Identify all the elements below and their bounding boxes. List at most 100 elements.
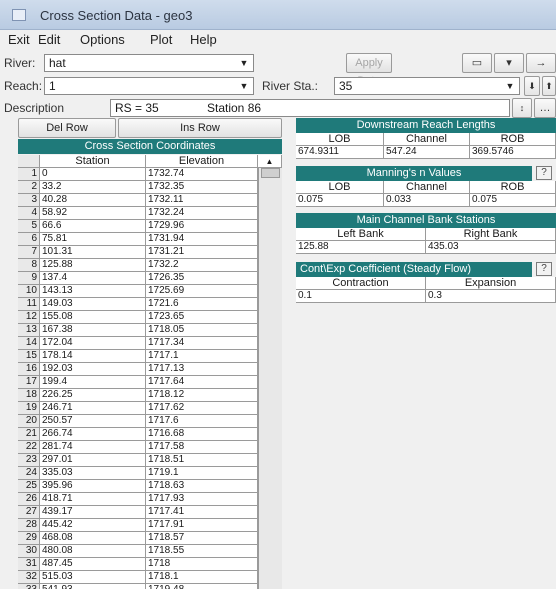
- station-cell[interactable]: 149.03: [40, 298, 146, 311]
- station-cell[interactable]: 281.74: [40, 441, 146, 454]
- station-cell[interactable]: 66.6: [40, 220, 146, 233]
- row-number[interactable]: 23: [18, 454, 40, 467]
- row-number[interactable]: 12: [18, 311, 40, 324]
- apply-data-button[interactable]: Apply Data: [346, 53, 392, 87]
- menu-edit[interactable]: Edit: [38, 32, 60, 47]
- elevation-cell[interactable]: 1732.24: [146, 207, 258, 220]
- row-number[interactable]: 24: [18, 467, 40, 480]
- scroll-up-button[interactable]: ▲: [258, 155, 282, 168]
- add-toolbar-button[interactable]: →: [526, 53, 556, 73]
- elevation-cell[interactable]: 1732.11: [146, 194, 258, 207]
- row-number[interactable]: 5: [18, 220, 40, 233]
- grid-scrollbar[interactable]: [258, 168, 282, 589]
- plot-toolbar-button[interactable]: ▭: [462, 53, 492, 73]
- elevation-cell[interactable]: 1731.21: [146, 246, 258, 259]
- elevation-cell[interactable]: 1732.2: [146, 259, 258, 272]
- row-number[interactable]: 20: [18, 415, 40, 428]
- reach-select[interactable]: 1 ▼: [44, 77, 254, 95]
- elevation-cell[interactable]: 1717.58: [146, 441, 258, 454]
- row-number[interactable]: 22: [18, 441, 40, 454]
- elevation-cell[interactable]: 1718.63: [146, 480, 258, 493]
- station-cell[interactable]: 75.81: [40, 233, 146, 246]
- station-cell[interactable]: 266.74: [40, 428, 146, 441]
- elevation-cell[interactable]: 1718.05: [146, 324, 258, 337]
- row-number[interactable]: 13: [18, 324, 40, 337]
- ds-channel-value[interactable]: 547.24: [384, 146, 470, 159]
- elevation-cell[interactable]: 1717.13: [146, 363, 258, 376]
- elevation-cell[interactable]: 1717.64: [146, 376, 258, 389]
- row-number[interactable]: 8: [18, 259, 40, 272]
- mn-lob-value[interactable]: 0.075: [296, 194, 384, 207]
- row-number[interactable]: 26: [18, 493, 40, 506]
- right-bank-value[interactable]: 435.03: [426, 241, 556, 254]
- station-cell[interactable]: 40.28: [40, 194, 146, 207]
- row-number[interactable]: 4: [18, 207, 40, 220]
- river-select[interactable]: hat ▼: [44, 54, 254, 72]
- row-number[interactable]: 1: [18, 168, 40, 181]
- next-station-button[interactable]: ⬆: [542, 76, 556, 96]
- row-number[interactable]: 19: [18, 402, 40, 415]
- ds-rob-value[interactable]: 369.5746: [470, 146, 556, 159]
- river-sta-select[interactable]: 35 ▼: [334, 77, 520, 95]
- station-cell[interactable]: 155.08: [40, 311, 146, 324]
- menu-options[interactable]: Options: [80, 32, 125, 47]
- row-number[interactable]: 18: [18, 389, 40, 402]
- station-cell[interactable]: 0: [40, 168, 146, 181]
- row-number[interactable]: 9: [18, 272, 40, 285]
- station-cell[interactable]: 33.2: [40, 181, 146, 194]
- station-cell[interactable]: 297.01: [40, 454, 146, 467]
- row-number[interactable]: 17: [18, 376, 40, 389]
- elevation-cell[interactable]: 1732.35: [146, 181, 258, 194]
- elevation-cell[interactable]: 1719.48: [146, 584, 258, 589]
- elevation-cell[interactable]: 1718.51: [146, 454, 258, 467]
- station-cell[interactable]: 439.17: [40, 506, 146, 519]
- station-cell[interactable]: 58.92: [40, 207, 146, 220]
- elevation-cell[interactable]: 1716.68: [146, 428, 258, 441]
- station-cell[interactable]: 480.08: [40, 545, 146, 558]
- left-bank-value[interactable]: 125.88: [296, 241, 426, 254]
- elevation-cell[interactable]: 1718.12: [146, 389, 258, 402]
- elevation-cell[interactable]: 1718.1: [146, 571, 258, 584]
- row-number[interactable]: 31: [18, 558, 40, 571]
- row-number[interactable]: 27: [18, 506, 40, 519]
- station-cell[interactable]: 226.25: [40, 389, 146, 402]
- menu-plot[interactable]: Plot: [150, 32, 172, 47]
- station-cell[interactable]: 125.88: [40, 259, 146, 272]
- dropdown-toolbar-button[interactable]: ▾: [494, 53, 524, 73]
- row-number[interactable]: 16: [18, 363, 40, 376]
- contraction-value[interactable]: 0.1: [296, 290, 426, 303]
- station-cell[interactable]: 445.42: [40, 519, 146, 532]
- station-cell[interactable]: 199.4: [40, 376, 146, 389]
- station-cell[interactable]: 101.31: [40, 246, 146, 259]
- row-number[interactable]: 29: [18, 532, 40, 545]
- station-cell[interactable]: 143.13: [40, 285, 146, 298]
- elevation-cell[interactable]: 1717.93: [146, 493, 258, 506]
- station-cell[interactable]: 192.03: [40, 363, 146, 376]
- mn-channel-value[interactable]: 0.033: [384, 194, 470, 207]
- station-cell[interactable]: 395.96: [40, 480, 146, 493]
- prev-station-button[interactable]: ⬇: [524, 76, 540, 96]
- station-cell[interactable]: 250.57: [40, 415, 146, 428]
- menu-exit[interactable]: Exit: [8, 32, 30, 47]
- row-number[interactable]: 33: [18, 584, 40, 589]
- station-cell[interactable]: 178.14: [40, 350, 146, 363]
- station-cell[interactable]: 515.03: [40, 571, 146, 584]
- row-number[interactable]: 3: [18, 194, 40, 207]
- station-cell[interactable]: 487.45: [40, 558, 146, 571]
- row-number[interactable]: 25: [18, 480, 40, 493]
- elevation-cell[interactable]: 1717.6: [146, 415, 258, 428]
- row-number[interactable]: 10: [18, 285, 40, 298]
- elevation-cell[interactable]: 1719.1: [146, 467, 258, 480]
- station-cell[interactable]: 418.71: [40, 493, 146, 506]
- station-cell[interactable]: 167.38: [40, 324, 146, 337]
- elevation-cell[interactable]: 1718.57: [146, 532, 258, 545]
- row-number[interactable]: 14: [18, 337, 40, 350]
- row-number[interactable]: 6: [18, 233, 40, 246]
- row-number[interactable]: 11: [18, 298, 40, 311]
- row-number[interactable]: 15: [18, 350, 40, 363]
- description-spin[interactable]: ↕: [512, 98, 532, 118]
- elevation-cell[interactable]: 1732.74: [146, 168, 258, 181]
- row-number[interactable]: 21: [18, 428, 40, 441]
- row-number[interactable]: 7: [18, 246, 40, 259]
- row-number[interactable]: 2: [18, 181, 40, 194]
